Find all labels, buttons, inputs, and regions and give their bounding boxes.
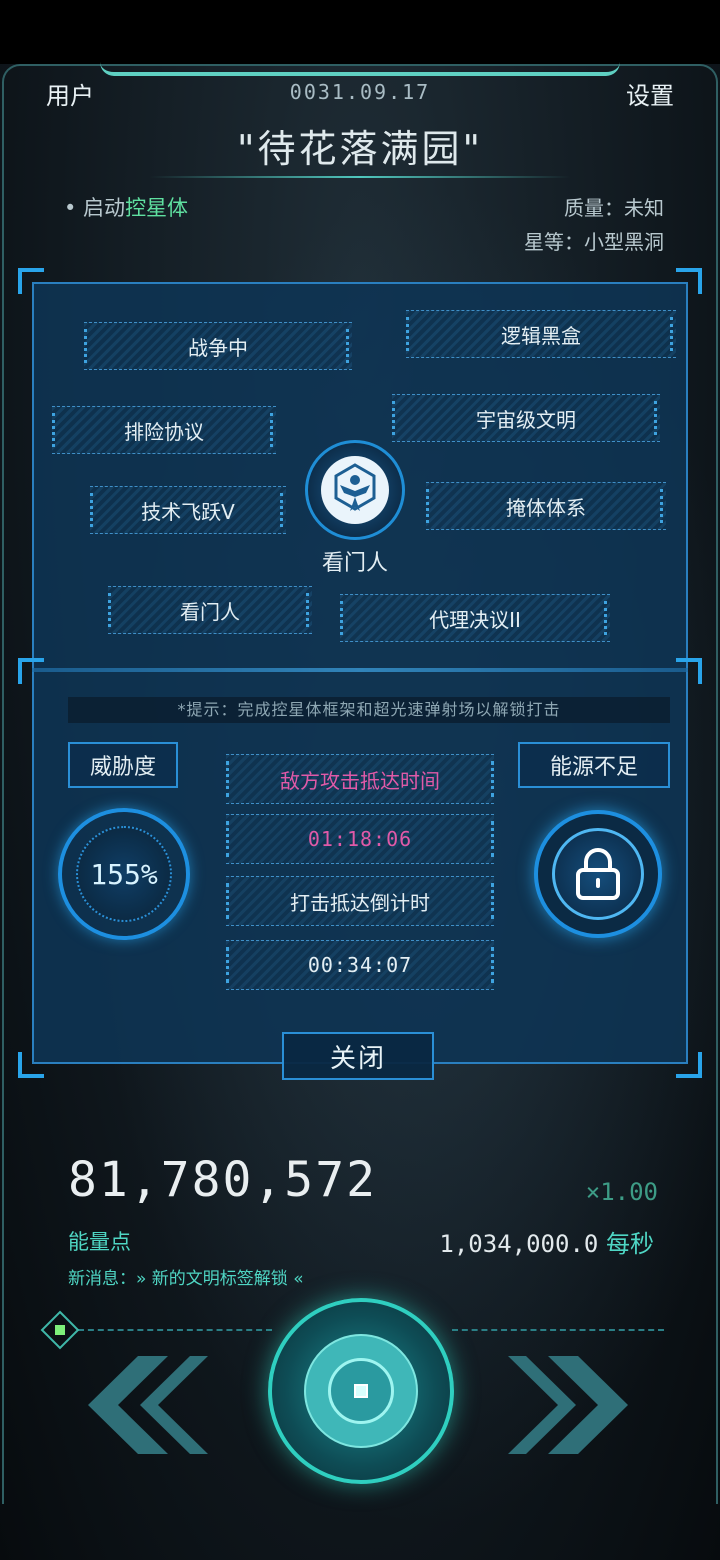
tag-tech-leap[interactable]: 技术飞跃V (90, 486, 286, 534)
corner-mid-left (18, 658, 44, 684)
strike-countdown-time: 00:34:07 (226, 940, 494, 990)
left-dashed-line (78, 1329, 272, 1331)
corner-bottom-left (18, 1052, 44, 1078)
launch-prefix: • 启动 (64, 196, 126, 220)
tap-energy-button[interactable] (328, 1358, 394, 1424)
panel-divider (32, 668, 688, 672)
previous-arrow-icon[interactable] (68, 1352, 208, 1458)
settings-button[interactable]: 设置 (626, 76, 674, 111)
enemy-attack-time: 01:18:06 (226, 814, 494, 864)
corner-top-left (18, 268, 44, 294)
launch-highlight: 控星体 (125, 196, 189, 220)
civilization-title: "待花落满园" (237, 127, 483, 171)
right-dashed-line (452, 1329, 664, 1331)
tag-logic-blackbox[interactable]: 逻辑黑盒 (406, 310, 676, 358)
core-square-icon (354, 1384, 368, 1398)
energy-rate: 1,034,000.0 每秒 (439, 1224, 654, 1259)
threat-gauge: 155% (58, 808, 190, 940)
grade-label: 星等：小型黑洞 (524, 230, 664, 254)
status-bar-area (0, 0, 720, 64)
gatekeeper-emblem[interactable] (305, 440, 405, 540)
threat-value: 155% (90, 857, 158, 891)
tag-gatekeeper[interactable]: 看门人 (108, 586, 312, 634)
corner-mid-right (676, 658, 702, 684)
diamond-marker-icon (40, 1310, 80, 1350)
eagle-icon (321, 456, 389, 524)
tag-cosmic-civilization[interactable]: 宇宙级文明 (392, 394, 660, 442)
title-underline (150, 176, 570, 178)
energy-rate-unit: 每秒 (598, 1230, 654, 1258)
top-arc-decoration (100, 62, 620, 76)
lock-icon (552, 828, 644, 920)
launch-star-controller[interactable]: • 启动控星体 (64, 192, 188, 222)
energy-insufficient-button[interactable]: 能源不足 (518, 742, 670, 788)
game-date: 0031.09.17 (289, 80, 431, 104)
close-button[interactable]: 关闭 (282, 1032, 434, 1080)
energy-points-value: 81,780,572 (68, 1152, 377, 1208)
next-arrow-icon[interactable] (508, 1352, 648, 1458)
corner-bottom-right (676, 1052, 702, 1078)
strike-countdown-label: 打击抵达倒计时 (226, 876, 494, 926)
enemy-attack-label: 敌方攻击抵达时间 (226, 754, 494, 804)
news-ticker[interactable]: 新消息：» 新的文明标签解锁 « (68, 1264, 304, 1289)
emblem-label: 看门人 (321, 551, 388, 576)
threat-level-button[interactable]: 威胁度 (68, 742, 178, 788)
unlock-hint: *提示：完成控星体框架和超光速弹射场以解锁打击 (68, 697, 670, 723)
energy-points-label: 能量点 (68, 1230, 131, 1254)
tag-bunker-system[interactable]: 掩体体系 (426, 482, 666, 530)
energy-multiplier: ×1.00 (585, 1178, 658, 1206)
tag-risk-protocol[interactable]: 排险协议 (52, 406, 276, 454)
energy-rate-value: 1,034,000.0 (439, 1230, 599, 1258)
energy-core (268, 1298, 454, 1484)
mass-label: 质量：未知 (564, 196, 664, 220)
core-ring (304, 1334, 418, 1448)
locked-strike-button[interactable] (534, 810, 662, 938)
corner-top-right (676, 268, 702, 294)
game-screen: 用户 0031.09.17 设置 "待花落满园" • 启动控星体 质量：未知 星… (0, 0, 720, 1560)
tag-proxy-resolution[interactable]: 代理决议II (340, 594, 610, 642)
tag-war[interactable]: 战争中 (84, 322, 352, 370)
